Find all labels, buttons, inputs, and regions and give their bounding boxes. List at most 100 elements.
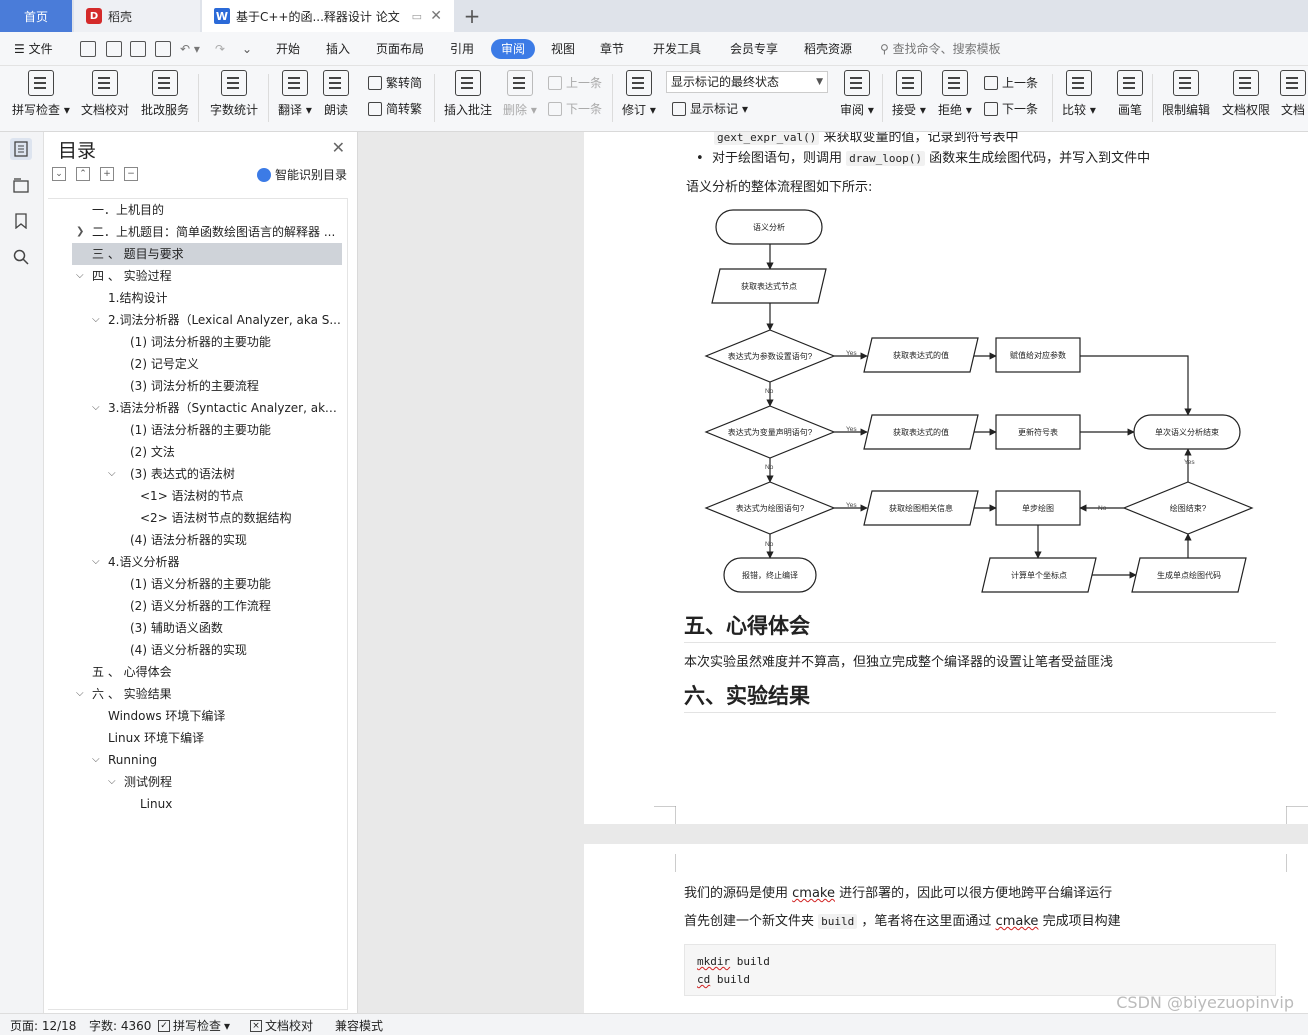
toc-item[interactable]: (2) 文法 <box>130 441 342 463</box>
print-icon[interactable] <box>130 41 146 57</box>
document-area[interactable]: gext_expr_val() 来获取变量的值，记录到符号表中 • 对于绘图语句… <box>358 132 1308 1013</box>
code-block[interactable]: mkdir build cd build <box>684 944 1276 996</box>
insert-comment-button[interactable]: 插入批注 <box>444 70 492 118</box>
accept-button[interactable]: 接受 ▾ <box>892 70 926 118</box>
toc-pane-icon[interactable] <box>10 138 32 160</box>
add-heading-icon[interactable]: + <box>100 167 114 181</box>
tab-home[interactable]: 首页 <box>0 0 72 32</box>
command-search[interactable]: ⚲ 查找命令、搜索模板 <box>880 39 1001 59</box>
chevron-down-icon[interactable]: ⌵ <box>92 309 100 331</box>
close-icon[interactable]: ✕ <box>332 138 345 157</box>
status-spell-check[interactable]: ✓ 拼写检查 ▾ <box>158 1017 230 1034</box>
toc-item[interactable]: (4) 语法分析器的实现 <box>130 529 342 551</box>
reject-button[interactable]: 拒绝 ▾ <box>938 70 972 118</box>
collapse-all-icon[interactable]: ⌃ <box>76 167 90 181</box>
toc-item[interactable]: (1) 语法分析器的主要功能 <box>130 419 342 441</box>
chevron-down-icon[interactable]: ⌵ <box>92 749 100 771</box>
compare-button[interactable]: 比较 ▾ <box>1062 70 1096 118</box>
remove-heading-icon[interactable]: − <box>124 167 138 181</box>
menu-daoke-resources[interactable]: 稻壳资源 <box>804 39 852 59</box>
toc-item[interactable]: Linux <box>140 793 342 815</box>
markup-state-select[interactable]: 显示标记的最终状态 ▼ <box>666 71 828 93</box>
close-tab-icon[interactable]: ✕ <box>430 8 442 24</box>
toc-item[interactable]: 4.语义分析器 <box>108 551 342 573</box>
toc-item[interactable]: (2) 记号定义 <box>130 353 342 375</box>
spell-check-button[interactable]: 拼写检查 ▾ <box>12 70 70 118</box>
bookmark-icon[interactable] <box>10 210 32 232</box>
word-count[interactable]: 字数: 4360 <box>89 1017 151 1034</box>
menu-reference[interactable]: 引用 <box>450 39 474 59</box>
toc-item[interactable]: <2> 语法树节点的数据结构 <box>140 507 342 529</box>
toc-item[interactable]: Windows 环境下编译 <box>108 705 342 727</box>
smart-toc-button[interactable]: 智能识别目录 <box>256 166 347 183</box>
chevron-down-icon[interactable]: ⌵ <box>76 265 84 287</box>
toc-item[interactable]: (3) 词法分析的主要流程 <box>130 375 342 397</box>
pin-icon[interactable]: ▭ <box>412 10 422 23</box>
toc-item[interactable]: 3.语法分析器（Syntactic Analyzer, aka ... <box>108 397 342 419</box>
page-indicator[interactable]: 页面: 12/18 <box>10 1017 76 1034</box>
toc-item[interactable]: <1> 语法树的节点 <box>140 485 342 507</box>
toc-item[interactable]: Linux 环境下编译 <box>108 727 342 749</box>
document-page[interactable]: 我们的源码是使用 cmake 进行部署的，因此可以很方便地跨平台编译运行 首先创… <box>584 844 1308 1013</box>
restrict-edit-button[interactable]: 限制编辑 <box>1162 70 1210 118</box>
menu-devtools[interactable]: 开发工具 <box>653 39 701 59</box>
translate-button[interactable]: 翻译 ▾ <box>278 70 312 118</box>
toc-item[interactable]: 五 、 心得体会 <box>92 661 342 683</box>
menu-layout[interactable]: 页面布局 <box>376 39 424 59</box>
file-menu[interactable]: ☰ 文件 <box>14 39 53 59</box>
menu-chapter[interactable]: 章节 <box>600 39 624 59</box>
toc-item[interactable]: 四 、 实验过程 <box>92 265 342 287</box>
prev-change-button[interactable]: 上一条 <box>984 74 1038 91</box>
chevron-down-icon[interactable]: ⌵ <box>108 463 116 485</box>
toc-item[interactable]: (4) 语义分析器的实现 <box>130 639 342 661</box>
chevron-right-icon[interactable]: ❯ <box>76 221 84 243</box>
document-page[interactable]: gext_expr_val() 来获取变量的值，记录到符号表中 • 对于绘图语句… <box>584 132 1308 824</box>
next-change-button[interactable]: 下一条 <box>984 100 1038 117</box>
save-icon[interactable] <box>80 41 96 57</box>
chevron-down-icon[interactable]: ⌵ <box>108 771 116 793</box>
track-changes-button[interactable]: 修订 ▾ <box>622 70 656 118</box>
chevron-down-icon[interactable]: ⌵ <box>92 551 100 573</box>
toc-item-selected[interactable]: 三 、 题目与要求 <box>72 243 342 265</box>
print-preview-icon[interactable] <box>155 41 171 57</box>
toc-item[interactable]: Running <box>108 749 342 771</box>
toc-item[interactable]: 测试例程 <box>124 771 342 793</box>
toc-item[interactable]: 一．上机目的 <box>92 199 342 221</box>
show-markup-button[interactable]: 显示标记 ▾ <box>672 100 748 117</box>
new-tab-button[interactable]: + <box>460 0 484 32</box>
review-service-button[interactable]: 批改服务 <box>141 70 189 118</box>
doc-check-button[interactable]: 文档校对 <box>81 70 129 118</box>
doc-permission-button[interactable]: 文档权限 <box>1222 70 1270 118</box>
prev-comment-button[interactable]: 上一条 <box>548 74 602 91</box>
chapter-nav-icon[interactable] <box>10 174 32 196</box>
search-icon[interactable] <box>10 246 32 268</box>
tab-daoke[interactable]: D 稻壳 <box>74 0 200 32</box>
menu-view[interactable]: 视图 <box>551 39 575 59</box>
tab-document[interactable]: W 基于C++的函...释器设计 论文 ▭ ✕ <box>202 0 454 32</box>
toc-item[interactable]: 六 、 实验结果 <box>92 683 342 705</box>
trad-to-simp-button[interactable]: 繁转简 <box>368 74 422 91</box>
redo-icon[interactable]: ↷ <box>215 39 225 59</box>
toc-item[interactable]: 2.词法分析器（Lexical Analyzer, aka S... <box>108 309 342 331</box>
doc-more-button[interactable]: 文档 <box>1280 70 1306 118</box>
quick-access-more-icon[interactable]: ⌄ <box>242 39 252 59</box>
toc-item[interactable]: (1) 词法分析器的主要功能 <box>130 331 342 353</box>
chevron-down-icon[interactable]: ⌵ <box>76 683 84 705</box>
next-comment-button[interactable]: 下一条 <box>548 100 602 117</box>
toc-item[interactable]: (3) 表达式的语法树 <box>130 463 342 485</box>
delete-comment-button[interactable]: 删除 ▾ <box>503 70 537 118</box>
menu-start[interactable]: 开始 <box>276 39 300 59</box>
export-pdf-icon[interactable] <box>106 41 122 57</box>
menu-review[interactable]: 审阅 <box>491 39 536 59</box>
review-pane-button[interactable]: 审阅 ▾ <box>840 70 874 118</box>
toc-item[interactable]: (1) 语义分析器的主要功能 <box>130 573 342 595</box>
simp-to-trad-button[interactable]: 简转繁 <box>368 100 422 117</box>
toc-item[interactable]: 二．上机题目：简单函数绘图语言的解释器 ... <box>92 221 342 243</box>
word-count-button[interactable]: 字数统计 <box>210 70 258 118</box>
menu-member[interactable]: 会员专享 <box>730 39 778 59</box>
expand-all-icon[interactable]: ⌄ <box>52 167 66 181</box>
status-doc-check[interactable]: × 文档校对 <box>250 1017 313 1034</box>
chevron-down-icon[interactable]: ⌵ <box>92 397 100 419</box>
menu-insert[interactable]: 插入 <box>326 39 350 59</box>
read-aloud-button[interactable]: 朗读 <box>323 70 349 118</box>
